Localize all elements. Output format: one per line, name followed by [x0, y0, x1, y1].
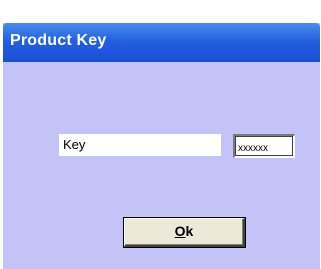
title-bar[interactable]: Product Key: [3, 23, 320, 62]
ok-button[interactable]: Ok: [124, 218, 245, 247]
key-label: Key: [63, 137, 86, 152]
ok-button-label-rest: k: [185, 223, 194, 239]
key-label-box: Key: [59, 134, 221, 156]
ok-button-mnemonic: O: [174, 223, 186, 239]
window-title: Product Key: [10, 32, 107, 49]
product-key-input[interactable]: [233, 134, 295, 158]
